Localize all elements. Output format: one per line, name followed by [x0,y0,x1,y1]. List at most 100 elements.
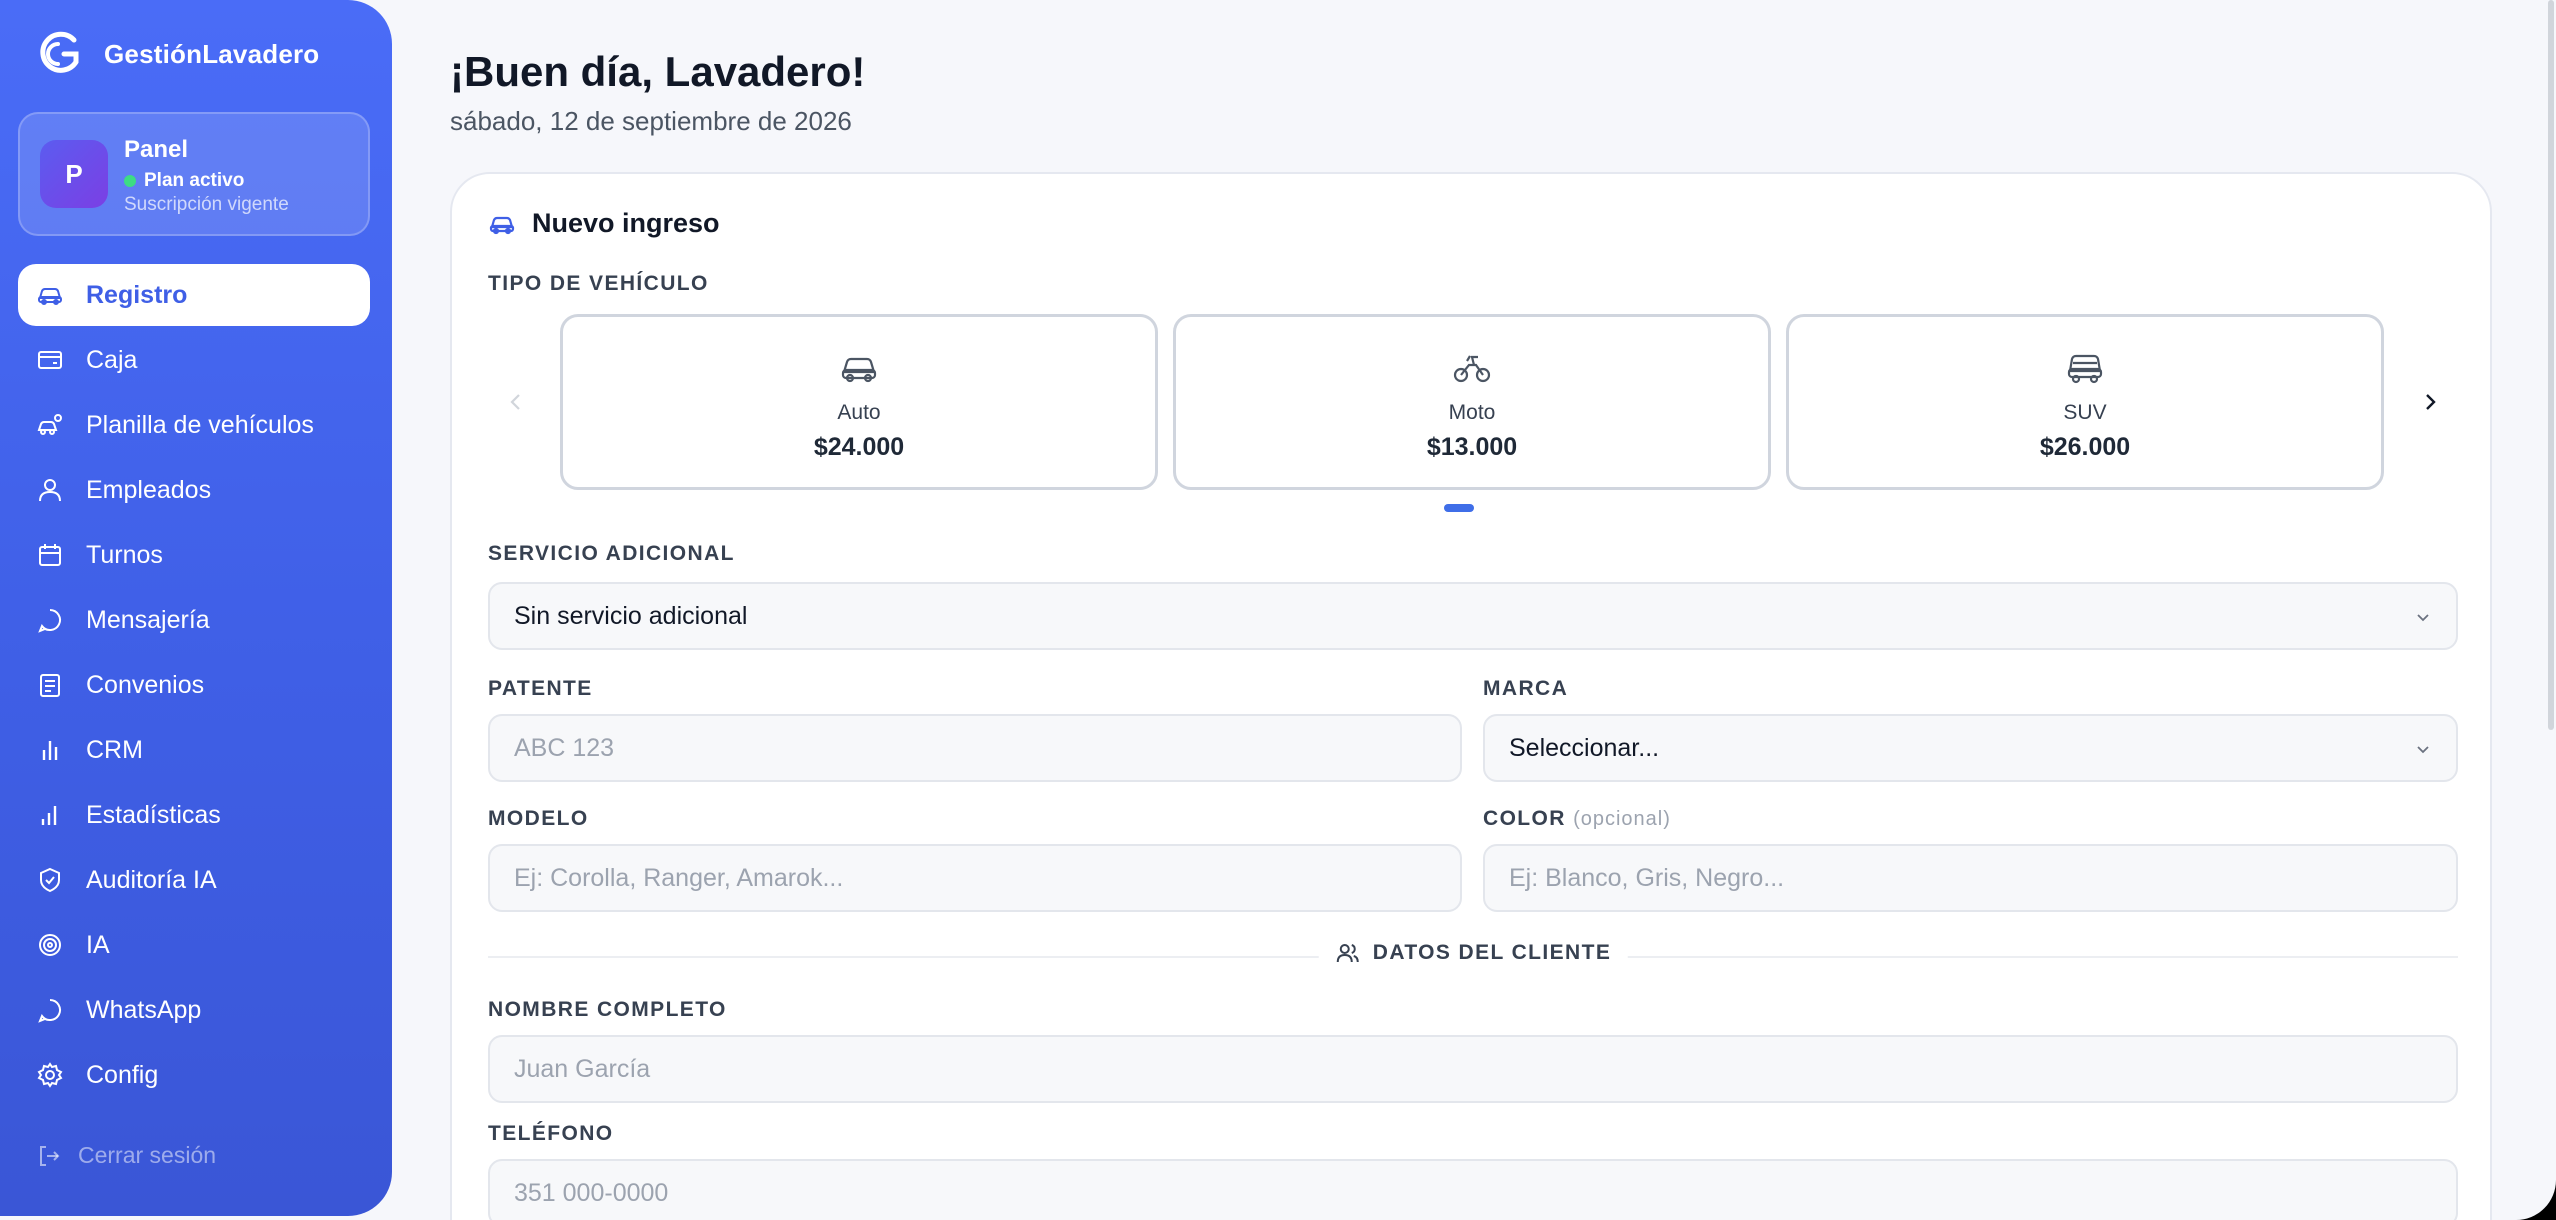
extra-service-label: SERVICIO ADICIONAL [488,542,735,565]
sidebar-item-ia[interactable]: IA [18,914,370,976]
sidebar-item-label: CRM [86,735,143,764]
gear-icon [37,1062,63,1088]
chevron-down-icon [2417,746,2429,754]
brand-logo-icon [40,31,79,73]
shield-icon [40,867,60,893]
full-name-input[interactable]: Juan García [488,1035,2458,1103]
status-dot-icon [124,175,136,187]
plan-status: Plan activo [124,170,244,192]
sidebar-item-caja[interactable]: Caja [18,329,370,391]
sidebar-item-label: Registro [86,280,188,309]
avatar: P [40,140,108,208]
vehicle-price: $13.000 [1426,433,1518,461]
client-section-label: DATOS DEL CLIENTE [1372,941,1612,964]
panel-title: Panel [124,136,189,163]
sidebar: GestiónLavadero P Panel Plan activo Susc… [0,0,392,1216]
phone-input[interactable]: 351 000-0000 [488,1159,2458,1220]
plate-label: PATENTE [488,677,593,700]
vehicle-option-suv[interactable]: SUV $26.000 [1786,314,2384,490]
sidebar-item-label: Auditoría IA [86,865,217,894]
vehicle-price: $26.000 [2039,433,2131,461]
extra-service-select[interactable]: Sin servicio adicional [488,582,2458,650]
vehicle-option-auto[interactable]: Auto $24.000 [560,314,1158,490]
vehicle-option-moto[interactable]: Moto $13.000 [1173,314,1771,490]
vehicle-name: Moto [1448,401,1496,424]
main-content: ¡Buen día, Lavadero! sábado, 12 de septi… [392,0,2556,1220]
brand-value: Seleccionar... [1509,733,1660,762]
sidebar-item-auditoria[interactable]: Auditoría IA [18,849,370,911]
sidebar-item-planilla[interactable]: Planilla de vehículos [18,394,370,456]
carousel-prev-button[interactable] [488,374,544,430]
model-placeholder: Ej: Corolla, Ranger, Amarok... [514,863,844,892]
sidebar-item-whatsapp[interactable]: WhatsApp [18,979,370,1041]
sidebar-item-label: IA [86,930,110,959]
model-input[interactable]: Ej: Corolla, Ranger, Amarok... [488,844,1462,912]
sidebar-item-label: Caja [86,345,138,374]
plan-status-label: Plan activo [144,170,245,191]
sidebar-item-label: Turnos [86,540,163,569]
brand-name: GestiónLavadero [104,38,320,69]
chevron-right-icon [2426,394,2436,410]
form-header: Nuevo ingreso [488,208,720,239]
logout-icon [40,1145,60,1166]
color-label: COLOR (opcional) [1483,807,1671,831]
car-icon [38,288,62,305]
users-icon [1336,944,1359,963]
model-label: MODELO [488,807,589,830]
brand[interactable]: GestiónLavadero [36,28,319,80]
sidebar-item-mensajeria[interactable]: Mensajería [18,589,370,651]
whatsapp-icon [38,999,61,1023]
sidebar-item-convenios[interactable]: Convenios [18,654,370,716]
client-section-divider: DATOS DEL CLIENTE [488,940,2458,966]
suv-icon [2067,354,2103,384]
chevron-left-icon [510,394,520,410]
sidebar-item-label: WhatsApp [86,995,202,1024]
sidebar-item-turnos[interactable]: Turnos [18,524,370,586]
motorcycle-icon [1453,355,1491,383]
user-icon [39,479,61,502]
color-input[interactable]: Ej: Blanco, Gris, Negro... [1483,844,2458,912]
app-window: GestiónLavadero P Panel Plan activo Susc… [0,0,2556,1220]
logout-label: Cerrar sesión [78,1142,217,1168]
color-placeholder: Ej: Blanco, Gris, Negro... [1509,863,1785,892]
brand-select[interactable]: Seleccionar... [1483,714,2458,782]
plate-placeholder: ABC 123 [514,733,615,762]
sidebar-item-crm[interactable]: CRM [18,719,370,781]
panel-card[interactable]: P Panel Plan activo Suscripción vigente [18,112,370,236]
sidebar-item-label: Empleados [86,475,212,504]
carousel-next-button[interactable] [2402,374,2458,430]
form-title: Nuevo ingreso [532,208,720,238]
color-label-text: COLOR [1483,807,1566,830]
extra-service-value: Sin servicio adicional [514,601,748,630]
carousel-indicator[interactable] [1444,504,1474,512]
document-icon [40,674,60,697]
sidebar-item-estadisticas[interactable]: Estadísticas [18,784,370,846]
logout-button[interactable]: Cerrar sesión [36,1142,216,1169]
bar-chart-icon [42,741,58,760]
name-label: NOMBRE COMPLETO [488,998,727,1021]
car-icon [489,216,515,234]
vehicle-type-label: TIPO DE VEHÍCULO [488,272,709,295]
sidebar-item-label: Estadísticas [86,800,221,829]
sidebar-item-label: Convenios [86,670,205,699]
subscription-status: Suscripción vigente [124,194,289,215]
sidebar-item-empleados[interactable]: Empleados [18,459,370,521]
wallet-icon [38,351,62,369]
color-optional-hint: (opcional) [1573,808,1671,830]
new-entry-form: Nuevo ingreso TIPO DE VEHÍCULO Auto $24.… [450,172,2492,1220]
vehicle-name: Auto [837,401,881,424]
vehicle-price: $24.000 [813,433,905,461]
current-date: sábado, 12 de septiembre de 2026 [450,106,852,136]
sidebar-nav: Registro Caja Planilla de vehículos Empl… [18,264,370,1109]
name-placeholder: Juan García [514,1054,651,1083]
plate-input[interactable]: ABC 123 [488,714,1462,782]
car-list-icon [37,414,62,435]
vehicle-name: SUV [2063,401,2107,424]
car-icon [841,357,877,383]
sidebar-item-registro[interactable]: Registro [18,264,370,326]
chevron-down-icon [2417,614,2429,622]
sidebar-item-label: Config [86,1060,159,1089]
page-scrollbar[interactable] [2548,0,2554,730]
vehicle-type-carousel: Auto $24.000 Moto $13.000 SUV $26.000 [488,314,2458,490]
sidebar-item-config[interactable]: Config [18,1044,370,1106]
